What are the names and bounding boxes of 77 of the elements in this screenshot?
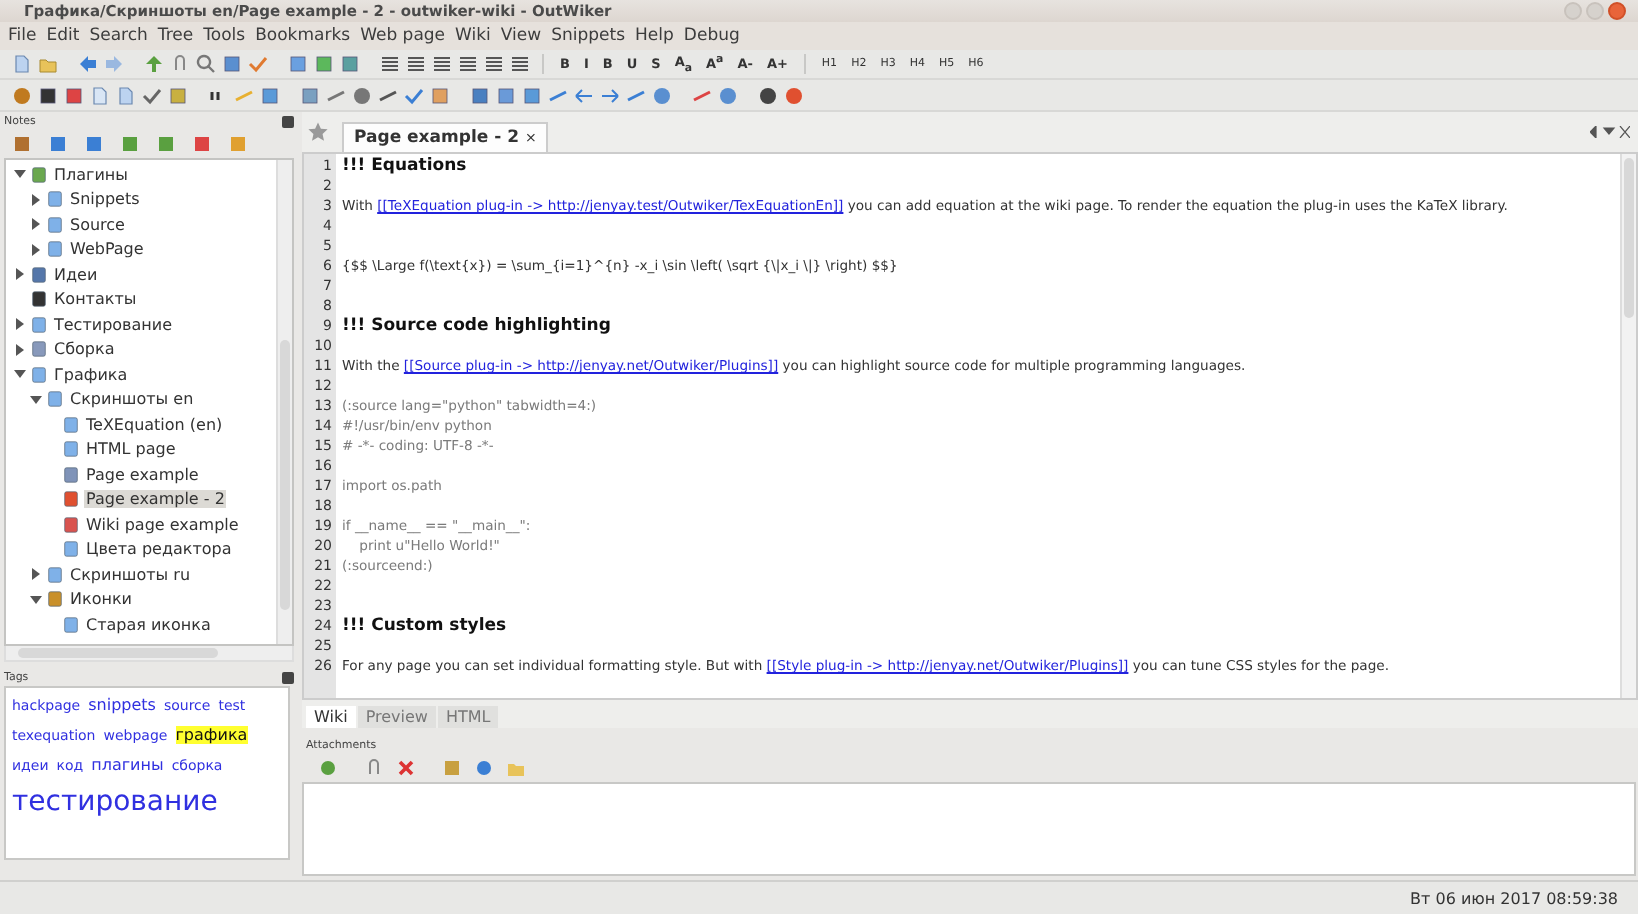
expand-arrow-icon[interactable] [14, 268, 26, 281]
back-arrow-icon[interactable] [574, 85, 594, 105]
menu-item[interactable]: Help [633, 26, 682, 46]
note-title[interactable]: WebPage [68, 240, 146, 259]
close-panel-button[interactable] [282, 671, 294, 683]
forward-arrow-icon[interactable] [600, 85, 620, 105]
menu-item[interactable]: Wiki [453, 26, 499, 46]
note-title[interactable]: Source [68, 215, 127, 234]
scrollbar[interactable] [276, 160, 292, 644]
note-title[interactable]: Иконки [68, 590, 134, 609]
menu-item[interactable]: Snippets [549, 26, 634, 46]
expand-arrow-icon[interactable] [14, 318, 26, 331]
note-title[interactable]: Page example - 2 [84, 490, 227, 509]
note-title[interactable]: Тестирование [52, 315, 175, 334]
note-title[interactable]: Скриншоты en [68, 390, 196, 409]
heading-text: !!! Custom styles [342, 616, 507, 636]
document-icon[interactable] [12, 54, 32, 74]
note-title[interactable]: Скриншоты ru [68, 565, 193, 584]
note-title[interactable]: Snippets [68, 190, 142, 209]
menu-item[interactable]: View [498, 26, 550, 46]
tag-link[interactable]: snippets [88, 696, 156, 714]
expand-arrow-icon[interactable] [30, 243, 42, 256]
menu-item[interactable]: Tree [155, 26, 202, 46]
note-title[interactable]: Сборка [52, 340, 117, 359]
expand-arrow-icon[interactable] [14, 343, 26, 356]
upload-icon[interactable] [144, 54, 164, 74]
note-title[interactable]: Page example [84, 465, 201, 484]
paperclip-icon[interactable] [170, 54, 190, 74]
note-title[interactable]: TeXEquation (en) [84, 415, 225, 434]
scrollbar[interactable] [1620, 154, 1636, 698]
menu-item[interactable]: File [6, 26, 45, 46]
line-icon[interactable] [378, 85, 398, 105]
status-datetime: Вт 06 июн 2017 08:59:38 [1410, 889, 1618, 907]
tab-controls-icon[interactable] [1590, 126, 1630, 138]
note-title[interactable]: Идеи [52, 265, 100, 284]
note-title[interactable]: Плагины [52, 165, 130, 184]
collapse-arrow-icon[interactable] [30, 393, 42, 406]
tag-link[interactable]: графика [175, 726, 248, 744]
scrollbar[interactable] [4, 646, 294, 662]
tag-link[interactable]: плагины [91, 756, 164, 774]
heading-text: !!! Equations [342, 156, 467, 176]
star-icon[interactable] [306, 120, 330, 144]
collapse-arrow-icon[interactable] [30, 593, 42, 606]
note-title[interactable]: Контакты [52, 290, 139, 309]
note-title[interactable]: Wiki page example [84, 515, 241, 534]
menu-item[interactable]: Tools [201, 26, 254, 46]
expand-arrow-icon[interactable] [30, 568, 42, 581]
menu-item[interactable]: Search [87, 26, 156, 46]
align-right-icon[interactable] [432, 54, 452, 74]
check-icon[interactable] [142, 85, 162, 105]
note-title[interactable]: Графика [52, 365, 130, 384]
note-title[interactable]: Старая иконка [84, 615, 213, 634]
back-arrow-icon[interactable] [78, 54, 98, 74]
note-title[interactable]: HTML page [84, 440, 178, 459]
paperclip-icon[interactable] [364, 757, 384, 777]
menu-item[interactable]: Edit [44, 26, 88, 46]
delete-icon[interactable] [396, 757, 416, 777]
align-center-icon[interactable] [406, 54, 426, 74]
close-button[interactable] [1608, 2, 1626, 20]
menu-item[interactable]: Web page [358, 26, 454, 46]
checklist-icon[interactable] [248, 54, 268, 74]
folder-icon[interactable] [38, 54, 58, 74]
view-tab[interactable]: Wiki [306, 706, 356, 728]
search-icon[interactable] [196, 54, 216, 74]
expand-arrow-icon[interactable] [30, 218, 42, 231]
tag-link[interactable]: тестирование [12, 786, 218, 818]
collapse-arrow-icon[interactable] [14, 168, 26, 181]
align-left-icon[interactable] [380, 54, 400, 74]
menu-item[interactable]: Debug [681, 26, 748, 46]
close-panel-button[interactable] [282, 115, 294, 127]
justify-icon[interactable] [458, 54, 478, 74]
heading-text: !!! Source code highlighting [342, 316, 611, 336]
note-title[interactable]: Цвета редактора [84, 540, 234, 559]
menu-item[interactable]: Bookmarks [253, 26, 359, 46]
expand-arrow-icon[interactable] [30, 193, 42, 206]
check-icon[interactable] [404, 85, 424, 105]
collapse-arrow-icon[interactable] [14, 368, 26, 381]
